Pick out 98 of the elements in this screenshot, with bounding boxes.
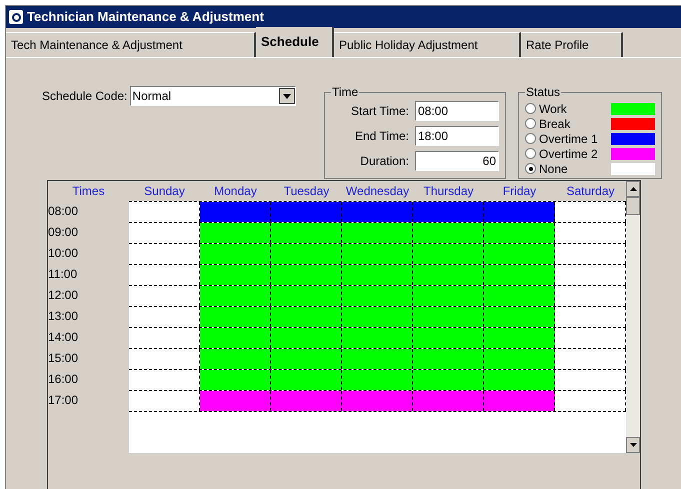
tab[interactable]: Schedule xyxy=(256,27,334,57)
column-header: Wednesday xyxy=(344,183,410,200)
schedule-cell[interactable] xyxy=(271,265,342,285)
schedule-cell[interactable] xyxy=(413,370,484,390)
column-header: Friday xyxy=(502,183,538,200)
time-label: 14:00 xyxy=(48,329,80,346)
time-label: 16:00 xyxy=(48,371,80,388)
radio-label: Work xyxy=(539,100,568,118)
schedule-cell[interactable] xyxy=(200,391,271,411)
group-title: Time xyxy=(331,84,360,101)
input-field[interactable]: 08:00 xyxy=(415,101,499,121)
schedule-cell[interactable] xyxy=(413,244,484,264)
schedule-cell[interactable] xyxy=(342,223,413,243)
schedule-cell[interactable] xyxy=(271,223,342,243)
schedule-cell[interactable] xyxy=(342,202,413,222)
schedule-code-dropdown[interactable]: Normal xyxy=(130,86,296,106)
schedule-cell[interactable] xyxy=(484,265,555,285)
schedule-cell[interactable] xyxy=(342,244,413,264)
radio-button[interactable] xyxy=(525,133,536,144)
schedule-cell[interactable] xyxy=(484,202,555,222)
schedule-cell[interactable] xyxy=(484,244,555,264)
schedule-cell[interactable] xyxy=(342,286,413,306)
field-label: Start Time: xyxy=(350,103,409,120)
time-label: 09:00 xyxy=(48,224,80,241)
radio-button[interactable] xyxy=(525,163,536,174)
schedule-cell[interactable] xyxy=(200,349,271,369)
tab[interactable]: Public Holiday Adjustment xyxy=(334,32,521,57)
scroll-thumb[interactable] xyxy=(626,197,640,215)
schedule-cell[interactable] xyxy=(484,328,555,348)
schedule-cell[interactable] xyxy=(271,328,342,348)
schedule-cell[interactable] xyxy=(342,349,413,369)
schedule-cell[interactable] xyxy=(413,307,484,327)
time-label: 15:00 xyxy=(48,350,80,367)
schedule-cell[interactable] xyxy=(200,244,271,264)
schedule-cell[interactable] xyxy=(342,328,413,348)
schedule-cell[interactable] xyxy=(200,223,271,243)
schedule-cell[interactable] xyxy=(271,349,342,369)
radio-label: Overtime 1 xyxy=(539,130,599,148)
schedule-cell[interactable] xyxy=(200,370,271,390)
column-header: Thursday xyxy=(422,183,475,200)
schedule-cell[interactable] xyxy=(200,328,271,348)
time-label: 13:00 xyxy=(48,308,80,325)
schedule-cell[interactable] xyxy=(200,265,271,285)
schedule-cell[interactable] xyxy=(413,349,484,369)
column-header: Tuesday xyxy=(282,183,330,200)
schedule-cell[interactable] xyxy=(413,286,484,306)
schedule-cell[interactable] xyxy=(413,391,484,411)
time-label: 11:00 xyxy=(48,266,78,283)
column-header: Sunday xyxy=(143,183,186,200)
schedule-cell[interactable] xyxy=(484,223,555,243)
column-header: Monday xyxy=(213,183,258,200)
schedule-cell[interactable] xyxy=(484,307,555,327)
schedule-cell[interactable] xyxy=(413,328,484,348)
radio-label: Overtime 2 xyxy=(539,146,599,162)
window-title: Technician Maintenance & Adjustment xyxy=(27,8,264,26)
schedule-cell[interactable] xyxy=(271,391,342,411)
field-label: Duration: xyxy=(360,153,409,170)
scroll-down-icon[interactable] xyxy=(626,437,640,453)
time-label: 10:00 xyxy=(48,245,80,262)
group-title: Status xyxy=(525,84,562,101)
schedule-cell[interactable] xyxy=(484,391,555,411)
column-header: Saturday xyxy=(565,183,616,200)
input-field[interactable]: 60 xyxy=(415,151,499,171)
schedule-cell[interactable] xyxy=(342,265,413,285)
radio-label: Break xyxy=(539,116,572,132)
schedule-cell[interactable] xyxy=(271,370,342,390)
input-field[interactable]: 18:00 xyxy=(415,126,499,146)
schedule-cell[interactable] xyxy=(342,307,413,327)
radio-button[interactable] xyxy=(525,148,536,159)
app-icon xyxy=(9,10,23,24)
time-label: 12:00 xyxy=(48,287,80,304)
schedule-cell[interactable] xyxy=(484,286,555,306)
scrollbar[interactable] xyxy=(626,181,640,453)
schedule-cell[interactable] xyxy=(271,202,342,222)
field-label: Schedule Code: xyxy=(42,88,128,105)
schedule-cell[interactable] xyxy=(271,307,342,327)
schedule-cell[interactable] xyxy=(484,349,555,369)
radio-label: None xyxy=(539,160,569,178)
schedule-cell[interactable] xyxy=(271,286,342,306)
column-header: Times xyxy=(71,183,106,200)
schedule-cell[interactable] xyxy=(200,286,271,306)
schedule-cell[interactable] xyxy=(200,202,271,222)
schedule-cell[interactable] xyxy=(413,202,484,222)
tab[interactable]: Tech Maintenance & Adjustment xyxy=(6,32,256,57)
schedule-cell[interactable] xyxy=(342,370,413,390)
radio-button[interactable] xyxy=(525,118,536,129)
schedule-cell[interactable] xyxy=(200,307,271,327)
field-label: End Time: xyxy=(354,128,409,145)
schedule-cell[interactable] xyxy=(413,265,484,285)
time-label: 08:00 xyxy=(48,203,80,220)
schedule-cell[interactable] xyxy=(342,391,413,411)
tab[interactable]: Rate Profile xyxy=(521,32,623,57)
scroll-up-icon[interactable] xyxy=(626,181,640,197)
time-label: 17:00 xyxy=(48,392,80,409)
schedule-cell[interactable] xyxy=(484,370,555,390)
schedule-cell[interactable] xyxy=(413,223,484,243)
radio-button[interactable] xyxy=(525,103,536,114)
schedule-cell[interactable] xyxy=(271,244,342,264)
